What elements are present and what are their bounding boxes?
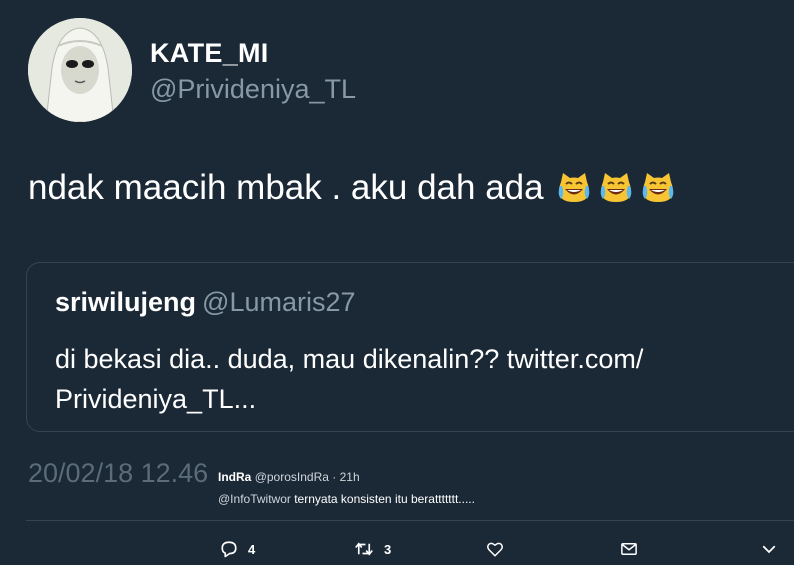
reply-icon	[221, 541, 237, 558]
retweet-count: 3	[384, 541, 392, 557]
overlay-reply-body: @InfoTwitwor ternyata konsisten itu bera…	[218, 492, 475, 506]
tears-of-joy-cat-emoji-icon	[600, 173, 631, 202]
quoted-author-name: sriwilujeng	[55, 287, 197, 317]
author-handle[interactable]: @Privideniya_TL	[150, 74, 356, 105]
tweet-timestamp[interactable]: 20/02/18 12.46	[28, 458, 208, 489]
tweet-text: ndak maacih mbak . aku dah ada	[28, 168, 544, 207]
quoted-tweet-text: di bekasi dia.. duda, mau dikenalin?? tw…	[55, 339, 794, 419]
overlay-reply-handle: @porosIndRa	[254, 470, 329, 484]
tweet-body: ndak maacih mbak . aku dah ada	[28, 168, 676, 208]
emoji-group	[556, 170, 676, 206]
action-bar-divider	[26, 520, 794, 521]
avatar-photo-icon	[28, 18, 132, 122]
quoted-tweet-card[interactable]: sriwilujeng @Lumaris27 di bekasi dia.. du…	[26, 262, 794, 432]
overlay-reply-mention: @InfoTwitwor	[218, 492, 291, 506]
quoted-text-line-2: Privideniya_TL...	[55, 384, 257, 414]
overlay-reply-text: ternyata konsisten itu berattttttt.....	[294, 492, 475, 506]
tears-of-joy-cat-emoji-icon	[642, 173, 673, 202]
quoted-author-handle: @Lumaris27	[202, 287, 356, 317]
more-options-button[interactable]	[760, 536, 778, 562]
heart-icon	[487, 542, 503, 557]
quoted-tweet-header: sriwilujeng @Lumaris27	[55, 287, 356, 318]
envelope-icon	[621, 543, 637, 555]
chevron-down-icon	[762, 545, 776, 554]
reply-count: 4	[248, 541, 256, 557]
overlay-reply-name: IndRa	[218, 470, 252, 484]
tears-of-joy-cat-emoji-icon	[558, 173, 589, 202]
overlay-reply-time: · 21h	[332, 470, 360, 484]
quoted-text-line-1: di bekasi dia.. duda, mau dikenalin?? tw…	[55, 344, 644, 374]
direct-message-button[interactable]	[620, 536, 638, 562]
like-button[interactable]	[486, 536, 504, 562]
author-display-name[interactable]: KATE_MI	[150, 38, 269, 69]
retweet-button[interactable]: 3	[354, 536, 391, 562]
overlay-reply-header: IndRa @porosIndRa · 21h	[218, 470, 360, 484]
tweet-detail-page: KATE_MI @Privideniya_TL ndak maacih mbak…	[0, 0, 794, 565]
author-avatar[interactable]	[28, 18, 132, 122]
retweet-icon	[355, 542, 373, 556]
reply-button[interactable]: 4	[220, 536, 255, 562]
